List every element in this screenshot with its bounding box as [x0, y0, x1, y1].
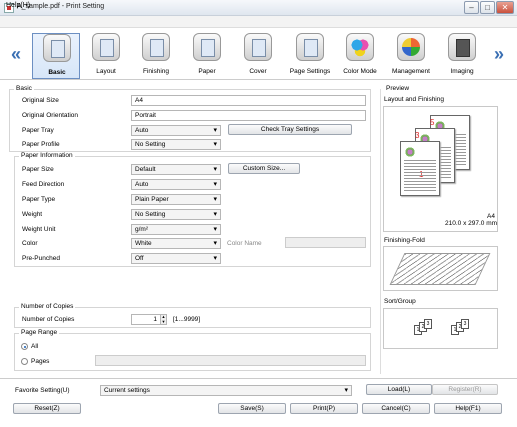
original-orientation-field: Portrait [131, 110, 366, 121]
preview-page-front: 1 [400, 141, 440, 196]
all-label: All [31, 343, 39, 350]
tab-label: Layout [96, 68, 116, 75]
tab-finishing[interactable]: Finishing [132, 33, 180, 79]
tab-management[interactable]: Management [387, 33, 435, 79]
paper-profile-select[interactable]: No Setting [131, 139, 221, 150]
finishing-fold-title: Finishing-Fold [384, 237, 425, 244]
cover-icon [244, 33, 272, 61]
color-name-label: Color Name [227, 240, 262, 247]
tab-label: Management [392, 68, 430, 75]
original-orientation-label: Original Orientation [22, 112, 78, 119]
close-button[interactable]: ✕ [496, 1, 514, 14]
paper-size-label: Paper Size [22, 166, 54, 173]
copies-input[interactable]: 1 [131, 314, 161, 325]
weight-select[interactable]: No Setting [131, 209, 221, 220]
finishing-icon [142, 33, 170, 61]
tab-layout[interactable]: Layout [82, 33, 130, 79]
pages-input[interactable] [95, 355, 366, 366]
paper-icon [193, 33, 221, 61]
pages-label: Pages [31, 358, 50, 365]
preview-title: Preview [384, 85, 412, 92]
feed-direction-label: Feed Direction [22, 181, 65, 188]
sort-group-title: Sort/Group [384, 298, 416, 305]
cancel-button[interactable]: Cancel(C) [362, 403, 430, 414]
tab-imaging[interactable]: Imaging [438, 33, 486, 79]
paper-type-label: Paper Type [22, 196, 56, 203]
sort-page-3: 3 [424, 319, 432, 329]
tab-paper[interactable]: Paper [183, 33, 231, 79]
management-icon [397, 33, 425, 61]
original-size-label: Original Size [22, 97, 59, 104]
tab-label: Page Settings [289, 68, 331, 75]
page-settings-icon [296, 33, 324, 61]
weight-unit-label: Weight Unit [22, 226, 56, 233]
tab-label: Paper [198, 68, 216, 75]
sort-group-preview [383, 308, 498, 349]
page-range-title: Page Range [19, 329, 60, 336]
load-button[interactable]: Load(L) [366, 384, 432, 395]
preview-dimensions: 210.0 x 297.0 mm [445, 220, 498, 227]
layout-icon [92, 33, 120, 61]
pre-punched-select[interactable]: Off [131, 253, 221, 264]
paper-profile-label: Paper Profile [22, 141, 60, 148]
original-size-field: A4 [131, 95, 366, 106]
ribbon-prev-icon[interactable]: « [11, 44, 21, 65]
tab-basic[interactable]: Basic [32, 33, 80, 79]
weight-label: Weight [22, 211, 43, 218]
register-button[interactable]: Register(R) [432, 384, 498, 395]
help-button[interactable]: Help(F1) [434, 403, 502, 414]
tab-cover[interactable]: Cover [234, 33, 282, 79]
minimize-button[interactable]: – [464, 1, 479, 14]
pre-punched-label: Pre-Punched [22, 255, 60, 262]
divider [0, 378, 517, 379]
basic-title: Basic [14, 85, 34, 92]
custom-size-button[interactable]: Custom Size... [228, 163, 300, 174]
paper-tray-select[interactable]: Auto [131, 125, 221, 136]
menu-bar [0, 16, 517, 28]
menu-help[interactable]: Help(H) [6, 2, 30, 9]
print-button[interactable]: Print(P) [290, 403, 358, 414]
copies-range: [1...9999] [173, 316, 201, 323]
color-select[interactable]: White [131, 238, 221, 249]
number-of-copies-label: Number of Copies [22, 316, 75, 323]
layout-finishing-title: Layout and Finishing [384, 96, 444, 103]
page-number-3: 3 [415, 131, 420, 140]
favorite-setting-select[interactable]: Current settings [100, 385, 352, 396]
pages-radio[interactable] [21, 358, 28, 365]
sort-page-3b: 3 [461, 319, 469, 329]
copies-stepper[interactable]: ▲ ▼ [160, 314, 167, 325]
tab-label: Finishing [142, 68, 169, 75]
maximize-button[interactable]: □ [480, 1, 495, 14]
tab-label: Imaging [450, 68, 474, 75]
tab-color-mode[interactable]: Color Mode [336, 33, 384, 79]
tab-page-settings[interactable]: Page Settings [286, 33, 334, 79]
feed-direction-select[interactable]: Auto [131, 179, 221, 190]
all-radio[interactable] [21, 343, 28, 350]
color-name-field [285, 237, 366, 248]
color-label: Color [22, 240, 38, 247]
imaging-icon [448, 33, 476, 61]
reset-button[interactable]: Reset(Z) [13, 403, 81, 414]
check-tray-settings-button[interactable]: Check Tray Settings [228, 124, 352, 135]
page-number-5: 5 [430, 118, 435, 127]
paper-type-select[interactable]: Plain Paper [131, 194, 221, 205]
tab-label: Basic [48, 69, 66, 76]
save-button[interactable]: Save(S) [218, 403, 286, 414]
color-mode-icon [346, 33, 374, 61]
copies-title: Number of Copies [19, 303, 76, 310]
favorite-setting-label: Favorite Setting(U) [15, 387, 70, 394]
paper-tray-label: Paper Tray [22, 127, 54, 134]
basic-icon [43, 34, 71, 62]
tab-label: Cover [249, 68, 267, 75]
ribbon-next-icon[interactable]: » [494, 44, 504, 65]
tab-label: Color Mode [343, 68, 377, 75]
weight-unit-select[interactable]: g/m² [131, 224, 221, 235]
fold-sheet [389, 253, 491, 285]
paper-size-select[interactable]: Default [131, 164, 221, 175]
preview-paper: A4 [487, 213, 495, 220]
paper-info-title: Paper Information [19, 152, 75, 159]
